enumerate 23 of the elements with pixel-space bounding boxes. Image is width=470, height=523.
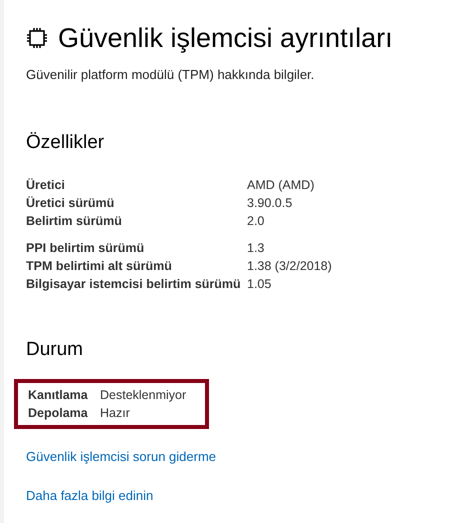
status-value: Hazır (100, 404, 131, 422)
help-link[interactable]: Daha fazla bilgi edinin (26, 486, 154, 504)
property-label: Belirtim sürümü (26, 213, 123, 230)
page-subtitle: Güvenilir platform modülü (TPM) hakkında bilgiler. (26, 66, 316, 84)
status-value: Desteklenmiyor (100, 386, 188, 404)
property-label: Üretici sürümü (26, 195, 116, 212)
section-heading: Durum (26, 338, 84, 362)
property-value: 1.38 (3/2/2018) (247, 258, 333, 275)
status-label: Depolama (28, 404, 89, 422)
chip-icon (26, 27, 48, 49)
section-heading: Özellikler (26, 130, 106, 154)
property-value: 3.90.0.5 (247, 195, 294, 212)
property-value: 2.0 (247, 213, 266, 230)
property-label: Üretici (26, 177, 66, 194)
property-value: 1.3 (247, 240, 266, 257)
property-label: Bilgisayar istemcisi belirtim sürümü (26, 276, 242, 293)
property-label: PPI belirtim sürümü (26, 240, 146, 257)
property-value: AMD (AMD) (247, 177, 316, 194)
status-label: Kanıtlama (28, 386, 89, 404)
help-link[interactable]: Güvenlik işlemcisi sorun giderme (26, 448, 216, 466)
page-title: Güvenlik işlemcisi ayrıntıları (58, 22, 393, 55)
property-label: TPM belirtimi alt sürümü (26, 258, 173, 275)
property-value: 1.05 (247, 276, 272, 293)
